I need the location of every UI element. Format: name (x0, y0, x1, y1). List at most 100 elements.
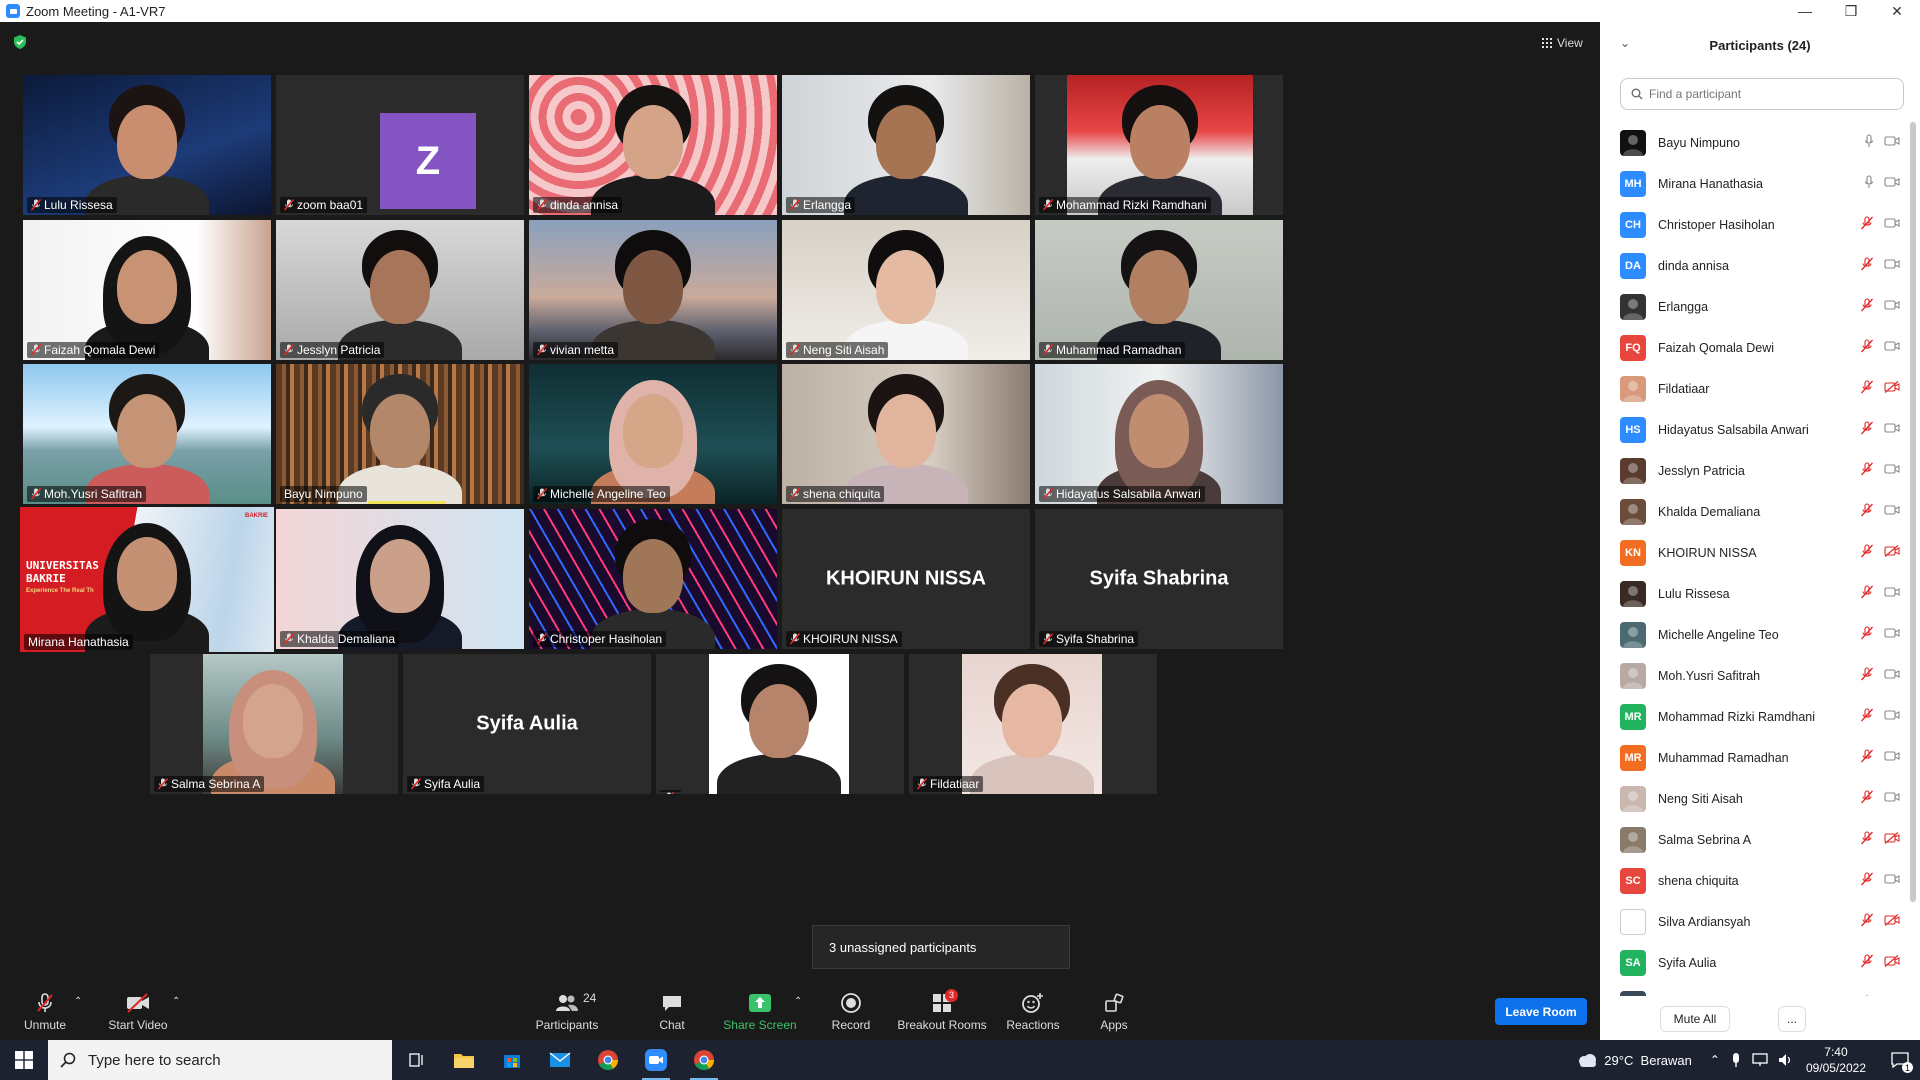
video-tile[interactable]: Syifa Aulia Syifa Aulia (403, 654, 651, 794)
video-tile[interactable]: Salma Sebrina A (150, 654, 398, 794)
mic-muted-icon[interactable] (1860, 462, 1874, 476)
video-on-icon[interactable] (1884, 258, 1900, 270)
mute-all-button[interactable]: Mute All (1660, 1006, 1730, 1032)
video-tile[interactable]: Zzoom baa01 (276, 75, 524, 215)
participant-row[interactable]: Khalda Demaliana (1600, 491, 1908, 532)
participant-row[interactable]: Fildatiaar (1600, 368, 1908, 409)
breakout-rooms-button[interactable]: 3 Breakout Rooms (897, 982, 987, 1040)
chat-button[interactable]: Chat (652, 982, 692, 1040)
mic-muted-icon[interactable] (1860, 216, 1874, 230)
maximize-button[interactable]: ❒ (1828, 0, 1874, 22)
mic-muted-icon[interactable] (1860, 790, 1874, 804)
mic-muted-icon[interactable] (1860, 503, 1874, 517)
video-tile[interactable]: shena chiquita (782, 364, 1030, 504)
participant-row[interactable]: Moh.Yusri Safitrah (1600, 655, 1908, 696)
video-on-icon[interactable] (1884, 463, 1900, 475)
participant-row[interactable]: MR Muhammad Ramadhan (1600, 737, 1908, 778)
start-button[interactable] (0, 1040, 48, 1080)
participant-row[interactable]: CH Christoper Hasiholan (1600, 204, 1908, 245)
mail-button[interactable] (536, 1040, 584, 1080)
minimize-button[interactable]: — (1782, 0, 1828, 22)
video-off-icon[interactable] (1884, 545, 1900, 557)
task-view-button[interactable] (392, 1040, 440, 1080)
speaker-icon[interactable] (1778, 1053, 1794, 1067)
more-options-button[interactable]: ... (1778, 1006, 1806, 1032)
weather-text[interactable]: 29°C Berawan (1604, 1053, 1692, 1068)
mic-tray-icon[interactable] (1730, 1052, 1742, 1068)
reactions-button[interactable]: Reactions (1004, 982, 1062, 1040)
video-on-icon[interactable] (1884, 176, 1900, 188)
video-on-icon[interactable] (1884, 750, 1900, 762)
participant-list-scrollbar[interactable] (1910, 122, 1916, 902)
mic-muted-icon[interactable] (1860, 872, 1874, 886)
notification-button[interactable]: 1 (1880, 1040, 1920, 1080)
mic-muted-icon[interactable] (1860, 831, 1874, 845)
video-tile[interactable]: Syifa Shabrina Syifa Shabrina (1035, 509, 1283, 649)
share-options-caret-icon[interactable]: ⌃ (794, 996, 802, 1007)
video-tile[interactable]: UNIVERSITAS BAKRIE Experience The Real Th… (20, 507, 274, 652)
video-on-icon[interactable] (1884, 422, 1900, 434)
video-on-icon[interactable] (1884, 586, 1900, 598)
record-button[interactable]: Record (830, 982, 872, 1040)
tray-chevron-icon[interactable]: ⌃ (1710, 1053, 1720, 1067)
mic-muted-icon[interactable] (1860, 544, 1874, 558)
video-tile[interactable]: Mohammad Rizki Ramdhani (1035, 75, 1283, 215)
video-options-caret-icon[interactable]: ⌃ (172, 996, 180, 1007)
audio-options-caret-icon[interactable]: ⌃ (74, 996, 82, 1007)
participant-row[interactable] (1600, 983, 1908, 996)
video-tile[interactable]: Muhammad Ramadhan (1035, 220, 1283, 360)
participant-row[interactable]: KN KHOIRUN NISSA (1600, 532, 1908, 573)
view-button[interactable]: View (1536, 32, 1592, 54)
participant-row[interactable]: Jesslyn Patricia (1600, 450, 1908, 491)
mic-muted-icon[interactable] (1860, 667, 1874, 681)
participant-row[interactable]: Silva Ardiansyah (1600, 901, 1908, 942)
video-off-icon[interactable] (1884, 381, 1900, 393)
participant-row[interactable]: MH Mirana Hanathasia (1600, 163, 1908, 204)
store-button[interactable] (488, 1040, 536, 1080)
participant-row[interactable]: Neng Siti Aisah (1600, 778, 1908, 819)
participant-row[interactable]: SC shena chiquita (1600, 860, 1908, 901)
mic-muted-icon[interactable] (1860, 257, 1874, 271)
apps-button[interactable]: Apps (1094, 982, 1134, 1040)
participant-row[interactable]: Salma Sebrina A (1600, 819, 1908, 860)
participant-row[interactable]: Michelle Angeline Teo (1600, 614, 1908, 655)
participant-row[interactable]: DA dinda annisa (1600, 245, 1908, 286)
mic-on-icon[interactable] (1864, 175, 1874, 189)
video-on-icon[interactable] (1884, 627, 1900, 639)
network-icon[interactable] (1752, 1053, 1768, 1067)
video-tile[interactable]: Christoper Hasiholan (529, 509, 777, 649)
video-on-icon[interactable] (1884, 135, 1900, 147)
participant-row[interactable]: MR Mohammad Rizki Ramdhani (1600, 696, 1908, 737)
video-on-icon[interactable] (1884, 791, 1900, 803)
taskbar-clock[interactable]: 7:40 09/05/2022 (1806, 1044, 1866, 1076)
video-tile[interactable] (656, 654, 904, 794)
mic-muted-icon[interactable] (1860, 626, 1874, 640)
video-tile[interactable]: KHOIRUN NISSA KHOIRUN NISSA (782, 509, 1030, 649)
zoom-taskbar-button[interactable] (632, 1040, 680, 1080)
unmute-button[interactable]: Unmute (22, 982, 68, 1040)
video-tile[interactable]: Jesslyn Patricia (276, 220, 524, 360)
start-video-button[interactable]: Start Video (104, 982, 172, 1040)
participant-row[interactable]: SA Syifa Aulia (1600, 942, 1908, 983)
leave-room-button[interactable]: Leave Room (1495, 998, 1587, 1025)
video-off-icon[interactable] (1884, 914, 1900, 926)
participant-row[interactable]: Bayu Nimpuno (1600, 122, 1908, 163)
file-explorer-button[interactable] (440, 1040, 488, 1080)
video-on-icon[interactable] (1884, 668, 1900, 680)
mic-muted-icon[interactable] (1860, 298, 1874, 312)
mic-muted-icon[interactable] (1860, 380, 1874, 394)
mic-muted-icon[interactable] (1860, 585, 1874, 599)
video-tile[interactable]: Moh.Yusri Safitrah (23, 364, 271, 504)
video-tile[interactable]: Fildatiaar (909, 654, 1157, 794)
video-on-icon[interactable] (1884, 340, 1900, 352)
participant-row[interactable]: Lulu Rissesa (1600, 573, 1908, 614)
mic-muted-icon[interactable] (1860, 954, 1874, 968)
video-tile[interactable]: Erlangga (782, 75, 1030, 215)
video-tile[interactable]: dinda annisa (529, 75, 777, 215)
video-tile[interactable]: vivian metta (529, 220, 777, 360)
video-on-icon[interactable] (1884, 217, 1900, 229)
mic-muted-icon[interactable] (1860, 339, 1874, 353)
video-tile[interactable]: Faizah Qomala Dewi (23, 220, 271, 360)
video-tile[interactable]: Michelle Angeline Teo (529, 364, 777, 504)
video-off-icon[interactable] (1884, 955, 1900, 967)
